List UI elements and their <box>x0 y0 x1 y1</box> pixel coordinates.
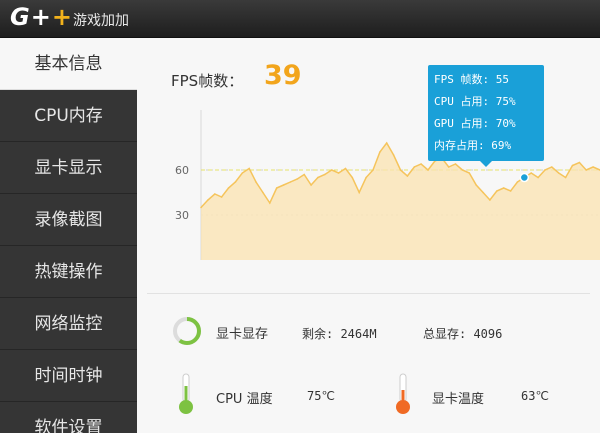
fps-point <box>502 187 505 189</box>
cpu-temp-label: CPU 温度 <box>216 392 273 407</box>
fps-point <box>578 161 581 164</box>
sidebar: 基本信息 CPU内存 显卡显示 录像截图 热键操作 网络监控 时间时钟 软件设置 <box>0 38 137 433</box>
sidebar-item-display[interactable]: 显卡显示 <box>0 142 137 194</box>
cpu-temp-value: 75℃ <box>307 389 335 403</box>
fps-point <box>337 172 340 174</box>
sidebar-item-settings[interactable]: 软件设置 <box>0 402 137 433</box>
fps-point <box>200 206 202 209</box>
fps-point <box>585 169 587 171</box>
fps-point <box>310 184 312 186</box>
fps-point <box>255 181 257 183</box>
fps-point <box>406 175 409 177</box>
fps-point <box>207 199 209 201</box>
fps-point <box>351 176 354 179</box>
fps-point <box>241 172 244 174</box>
fps-point <box>544 169 546 171</box>
fps-point <box>358 191 360 194</box>
fps-point <box>262 191 264 194</box>
gpu-temp-label: 显卡温度 <box>432 392 485 407</box>
fps-point <box>454 163 457 165</box>
fps-point <box>214 193 216 195</box>
tooltip-mem: 内存占用: 69% <box>434 139 512 152</box>
fps-tooltip: FPS 帧数: 55 CPU 占用: 75% GPU 占用: 70% 内存占用:… <box>428 65 544 167</box>
cpu-thermometer-icon <box>179 373 193 414</box>
fps-point <box>427 169 429 171</box>
title-bar: G++ 游戏加加 <box>0 0 600 38</box>
fps-point <box>234 181 237 183</box>
fps-point <box>330 169 333 171</box>
fps-point <box>413 166 416 168</box>
fps-point <box>282 184 285 186</box>
main-panel: FPS帧数： 39 60 30 FPS 帧数: 55 CPU 占用: 75% G… <box>137 38 600 433</box>
fps-point <box>489 199 491 201</box>
fps-point <box>392 154 395 156</box>
fps-point <box>385 142 388 144</box>
fps-value: 39 <box>264 60 302 91</box>
fps-point <box>482 191 484 194</box>
app-title: 游戏加加 <box>73 13 129 29</box>
fps-point <box>468 172 471 174</box>
fps-point <box>509 190 512 192</box>
fps-point <box>372 169 374 171</box>
fps-point <box>365 176 367 179</box>
fps-point <box>344 167 347 170</box>
tooltip-gpu: GPU 占用: 70% <box>434 117 516 130</box>
sidebar-item-hotkeys[interactable]: 热键操作 <box>0 246 137 298</box>
fps-point <box>269 202 271 204</box>
y-tick-30: 30 <box>175 209 189 222</box>
fps-point <box>496 190 498 192</box>
fps-point <box>475 184 478 186</box>
gpu-temp-value: 63℃ <box>521 389 549 403</box>
vram-label: 显卡显存 <box>216 327 269 342</box>
vram-remaining: 剩余: 2464M <box>302 327 377 341</box>
fps-point <box>530 172 532 174</box>
fps-point <box>275 187 278 189</box>
fps-point <box>557 172 560 174</box>
fps-point <box>296 178 299 180</box>
fps-point <box>379 151 381 153</box>
fps-point <box>564 176 567 179</box>
tooltip-fps: FPS 帧数: 55 <box>434 73 509 86</box>
fps-point <box>420 163 422 165</box>
fps-point <box>289 181 292 183</box>
fps-point <box>537 176 539 179</box>
sidebar-item-network[interactable]: 网络监控 <box>0 298 137 350</box>
sidebar-item-basic-info[interactable]: 基本信息 <box>0 38 137 90</box>
app-logo: G++ <box>10 3 73 31</box>
fps-label: FPS帧数： <box>171 72 244 90</box>
fps-point <box>227 187 230 189</box>
fps-point <box>399 169 402 171</box>
tooltip-cpu: CPU 占用: 75% <box>434 95 516 108</box>
section-divider <box>147 293 590 294</box>
fps-point <box>303 173 305 176</box>
fps-point <box>248 167 250 170</box>
sidebar-item-recording[interactable]: 录像截图 <box>0 194 137 246</box>
highlight-marker <box>519 172 530 183</box>
fps-point <box>592 166 594 168</box>
sidebar-item-clock[interactable]: 时间时钟 <box>0 350 137 402</box>
fps-point <box>447 166 450 168</box>
fps-point <box>571 164 574 167</box>
y-tick-60: 60 <box>175 164 189 177</box>
fps-point <box>516 181 519 183</box>
fps-point <box>324 173 326 176</box>
vram-total: 总显存: 4096 <box>423 327 503 341</box>
fps-point <box>220 196 223 198</box>
vram-ring-icon <box>173 317 201 345</box>
fps-point <box>551 166 553 168</box>
sidebar-item-cpu-memory[interactable]: CPU内存 <box>0 90 137 142</box>
fps-point <box>317 176 319 179</box>
fps-point <box>461 169 464 171</box>
gpu-thermometer-icon <box>396 373 410 414</box>
